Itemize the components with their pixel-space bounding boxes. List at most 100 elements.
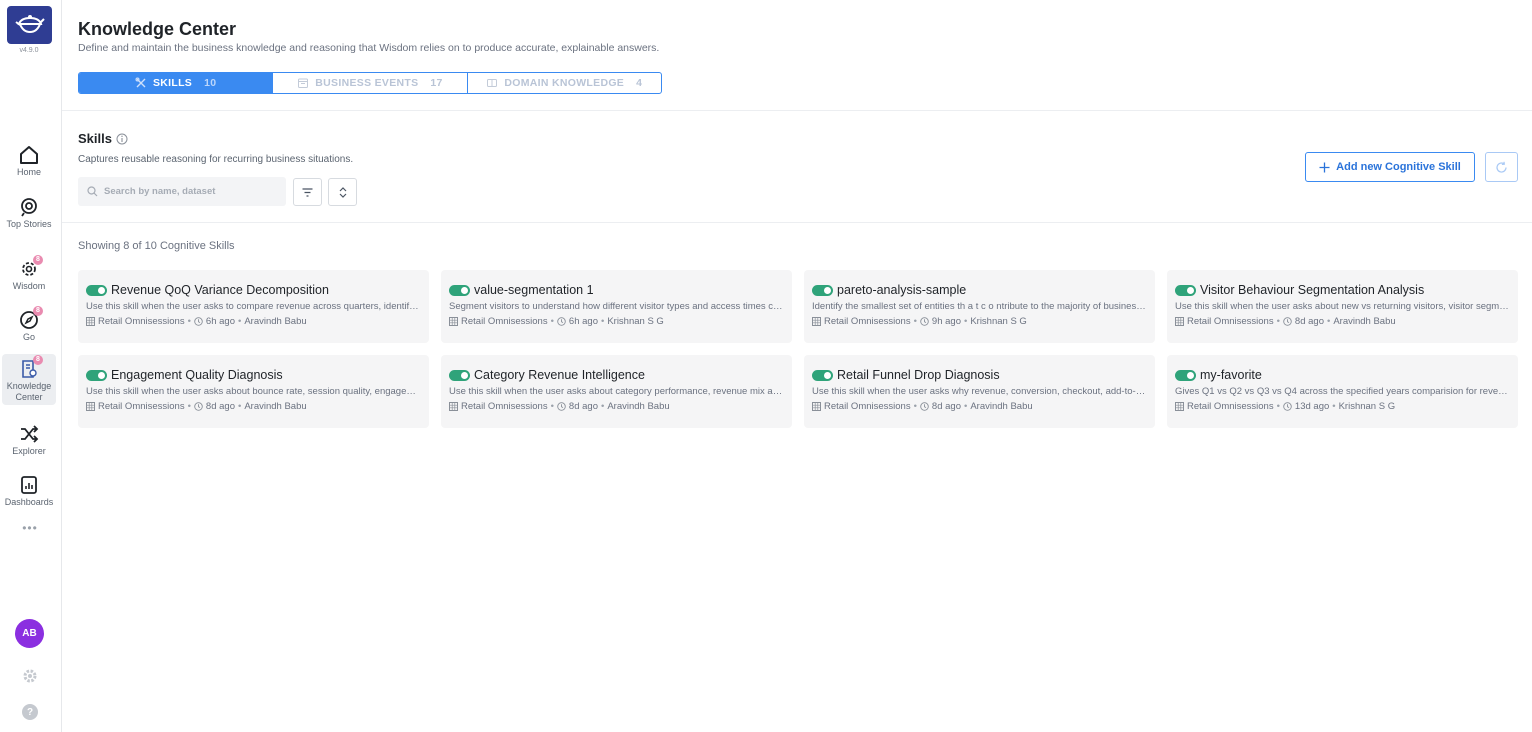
skill-title: Visitor Behaviour Segmentation Analysis	[1200, 283, 1425, 297]
add-cognitive-skill-label: Add new Cognitive Skill	[1336, 161, 1461, 173]
nav-dashboards[interactable]: Dashboards	[2, 474, 56, 508]
table-icon	[812, 317, 821, 326]
table-icon	[812, 402, 821, 411]
skill-dataset: Retail Omnisessions	[461, 401, 548, 412]
tab-business-events-count: 17	[430, 77, 443, 89]
sidebar: v4.9.0 Home Top Stories 8 Wisdom 8 Go 8 …	[0, 0, 62, 732]
clock-icon	[920, 402, 929, 411]
skill-meta: Retail Omnisessions • 8d ago • Aravindh Ba…	[86, 401, 420, 412]
clock-icon	[194, 402, 203, 411]
skill-card[interactable]: Visitor Behaviour Segmentation Analysis …	[1167, 270, 1518, 343]
clock-icon	[194, 317, 203, 326]
tab-domain-knowledge[interactable]: DOMAIN KNOWLEDGE 4	[468, 73, 661, 93]
nav-top-stories[interactable]: Top Stories	[2, 196, 56, 230]
nav-wisdom-label: Wisdom	[12, 281, 46, 291]
skill-dataset: Retail Omnisessions	[1187, 316, 1274, 327]
section-title: Skills	[78, 131, 128, 146]
skill-card[interactable]: Retail Funnel Drop Diagnosis Use this sk…	[804, 355, 1155, 428]
skill-description: Use this skill when the user asks about …	[86, 386, 420, 397]
tab-domain-knowledge-label: DOMAIN KNOWLEDGE	[504, 77, 625, 89]
skill-author: Aravindh Babu	[607, 401, 670, 412]
page-title: Knowledge Center	[78, 19, 237, 39]
skill-card[interactable]: Engagement Quality Diagnosis Use this sk…	[78, 355, 429, 428]
skill-toggle[interactable]	[86, 284, 107, 296]
skill-time: 6h ago	[568, 316, 598, 327]
skill-author: Krishnan S G	[970, 316, 1027, 327]
skill-toggle[interactable]	[812, 369, 833, 381]
dashboard-icon	[18, 474, 40, 496]
tab-business-events[interactable]: BUSINESS EVENTS 17	[273, 73, 468, 93]
skill-toggle[interactable]	[1175, 369, 1196, 381]
skill-toggle[interactable]	[812, 284, 833, 296]
more-icon[interactable]: •••	[0, 521, 60, 535]
filter-button[interactable]	[293, 178, 322, 206]
skill-card[interactable]: my-favorite Gives Q1 vs Q2 vs Q3 vs Q4 a…	[1167, 355, 1518, 428]
skill-meta: Retail Omnisessions • 13d ago • Krishnan S…	[1175, 401, 1509, 412]
skill-description: Identify the smallest set of entities th…	[812, 301, 1146, 312]
skill-author: Aravindh Babu	[970, 401, 1033, 412]
nav-knowledge-center[interactable]: 8 Knowledge Center	[2, 354, 56, 405]
knowledge-icon: 8	[18, 355, 43, 380]
wisdom-icon: 8	[18, 255, 43, 280]
filter-icon	[302, 187, 313, 197]
nav-go-label: Go	[22, 332, 35, 342]
search-box[interactable]	[78, 177, 286, 206]
skill-card[interactable]: Revenue QoQ Variance Decomposition Use t…	[78, 270, 429, 343]
help-icon[interactable]: ?	[22, 704, 38, 720]
nav-go[interactable]: 8 Go	[2, 306, 56, 343]
toolbar-divider	[62, 222, 1532, 223]
skill-toggle[interactable]	[449, 284, 470, 296]
nav-explorer[interactable]: Explorer	[2, 423, 56, 457]
skill-card[interactable]: pareto-analysis-sample Identify the smal…	[804, 270, 1155, 343]
nav-wisdom[interactable]: 8 Wisdom	[2, 255, 56, 292]
table-icon	[1175, 317, 1184, 326]
sort-icon	[339, 186, 346, 198]
tab-skills[interactable]: SKILLS 10	[79, 73, 274, 93]
table-icon	[86, 317, 95, 326]
skill-title: Category Revenue Intelligence	[474, 368, 645, 382]
skill-description: Gives Q1 vs Q2 vs Q3 vs Q4 across the sp…	[1175, 386, 1509, 397]
add-cognitive-skill-button[interactable]: Add new Cognitive Skill	[1305, 152, 1475, 182]
header-divider	[62, 110, 1532, 111]
skill-time: 8d ago	[568, 401, 598, 412]
skill-author: Krishnan S G	[1338, 401, 1396, 412]
tab-bar: SKILLS 10 BUSINESS EVENTS 17 DOMAIN KNOW…	[78, 72, 662, 94]
knowledge-badge: 8	[33, 355, 43, 365]
section-title-text: Skills	[78, 131, 112, 146]
sort-button[interactable]	[328, 178, 357, 206]
search-input[interactable]	[104, 186, 274, 197]
settings-gear-icon[interactable]	[21, 667, 39, 685]
nav-home-label: Home	[16, 167, 41, 177]
skill-title: Revenue QoQ Variance Decomposition	[111, 283, 329, 297]
refresh-icon	[1496, 161, 1507, 173]
clock-icon	[1283, 402, 1292, 411]
tools-icon	[135, 77, 146, 88]
clock-icon	[920, 317, 929, 326]
book-icon	[487, 79, 498, 87]
clock-icon	[1283, 317, 1292, 326]
skill-dataset: Retail Omnisessions	[98, 401, 185, 412]
skill-toggle[interactable]	[449, 369, 470, 381]
home-icon	[18, 144, 40, 166]
app-logo[interactable]	[7, 6, 52, 44]
nav-dashboards-label: Dashboards	[4, 497, 54, 507]
teapot-logo-icon	[14, 15, 45, 34]
skill-toggle[interactable]	[86, 369, 107, 381]
skill-description: Use this skill when the user asks why re…	[812, 386, 1146, 397]
skill-author: Aravindh Babu	[244, 316, 307, 327]
tab-skills-count: 10	[204, 77, 217, 89]
skill-title: my-favorite	[1200, 368, 1262, 382]
skill-card[interactable]: value-segmentation 1 Segment visitors to…	[441, 270, 792, 343]
user-avatar[interactable]: AB	[15, 619, 44, 648]
skill-card[interactable]: Category Revenue Intelligence Use this s…	[441, 355, 792, 428]
skill-time: 8d ago	[931, 401, 961, 412]
refresh-button[interactable]	[1485, 152, 1518, 182]
skill-meta: Retail Omnisessions • 8d ago • Aravindh Ba…	[1175, 316, 1509, 327]
skill-toggle[interactable]	[1175, 284, 1196, 296]
clock-icon	[557, 317, 566, 326]
compass-icon: 8	[18, 306, 43, 331]
skill-time: 9h ago	[931, 316, 961, 327]
nav-home[interactable]: Home	[2, 144, 56, 178]
info-icon[interactable]	[116, 133, 128, 145]
shuffle-icon	[18, 423, 40, 445]
